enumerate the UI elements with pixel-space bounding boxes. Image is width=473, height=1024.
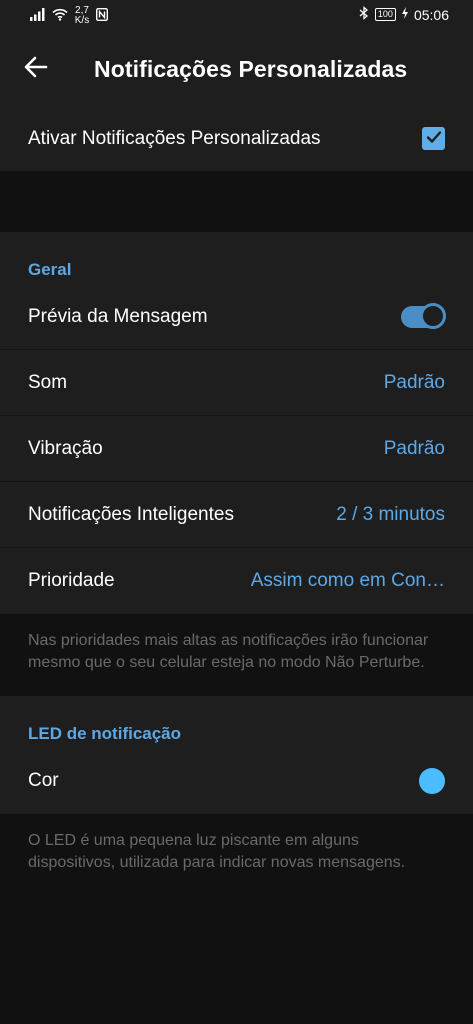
priority-label: Prioridade xyxy=(28,570,115,591)
vibration-value: Padrão xyxy=(383,437,445,459)
toggle-knob xyxy=(420,302,446,329)
smart-notifications-label: Notificações Inteligentes xyxy=(28,503,234,525)
spacer xyxy=(0,172,473,232)
net-speed: 2,7 K/s xyxy=(74,6,90,26)
status-bar: 2,7 K/s 100 05:06 xyxy=(0,0,473,33)
enable-custom-notifications-label: Ativar Notificações Personalizadas xyxy=(28,127,321,149)
signal-icon xyxy=(30,8,46,24)
clock: 05:06 xyxy=(413,6,449,23)
page-title: Notificações Personalizadas xyxy=(94,56,408,82)
vibration-label: Vibração xyxy=(28,437,103,459)
net-speed-unit: K/s xyxy=(74,15,90,26)
status-left: 2,7 K/s xyxy=(30,6,109,26)
enable-section: Ativar Notificações Personalizadas xyxy=(0,106,473,172)
enable-custom-notifications-row[interactable]: Ativar Notificações Personalizadas xyxy=(0,106,473,172)
general-section-header: Geral xyxy=(28,260,72,279)
led-info-text: O LED é uma pequena luz piscante em algu… xyxy=(0,814,473,896)
battery-indicator: 100 xyxy=(374,8,396,21)
arrow-left-icon xyxy=(24,56,48,83)
nfc-icon xyxy=(95,7,109,24)
enable-custom-notifications-checkbox[interactable] xyxy=(422,127,445,150)
charging-icon xyxy=(401,7,408,22)
sound-label: Som xyxy=(28,371,68,393)
back-button[interactable] xyxy=(0,33,72,106)
message-preview-toggle[interactable] xyxy=(401,302,446,329)
sound-value: Padrão xyxy=(383,371,445,393)
led-color-swatch[interactable] xyxy=(419,768,445,794)
smart-notifications-row[interactable]: Notificações Inteligentes 2 / 3 minutos xyxy=(0,482,473,548)
status-right: 100 05:06 xyxy=(359,6,449,23)
bottom-fill xyxy=(0,896,473,1024)
led-color-row[interactable]: Cor xyxy=(0,748,473,814)
message-preview-label: Prévia da Mensagem xyxy=(28,305,208,327)
bluetooth-icon xyxy=(359,6,369,23)
led-section-header: LED de notificação xyxy=(28,724,182,743)
led-color-label: Cor xyxy=(28,770,59,791)
message-preview-row[interactable]: Prévia da Mensagem xyxy=(0,284,473,350)
checkmark-icon xyxy=(426,128,442,150)
general-section: Geral Prévia da Mensagem Som Padrão Vibr… xyxy=(0,232,473,614)
wifi-icon xyxy=(52,8,68,24)
app-bar: Notificações Personalizadas xyxy=(0,33,473,106)
smart-notifications-value: 2 / 3 minutos xyxy=(336,503,445,525)
led-section: LED de notificação Cor xyxy=(0,696,473,814)
priority-info-text: Nas prioridades mais altas as notificaçõ… xyxy=(0,614,473,696)
sound-row[interactable]: Som Padrão xyxy=(0,350,473,416)
priority-row[interactable]: Prioridade Assim como em Con… xyxy=(0,548,473,614)
vibration-row[interactable]: Vibração Padrão xyxy=(0,416,473,482)
priority-value: Assim como em Con… xyxy=(250,570,445,591)
